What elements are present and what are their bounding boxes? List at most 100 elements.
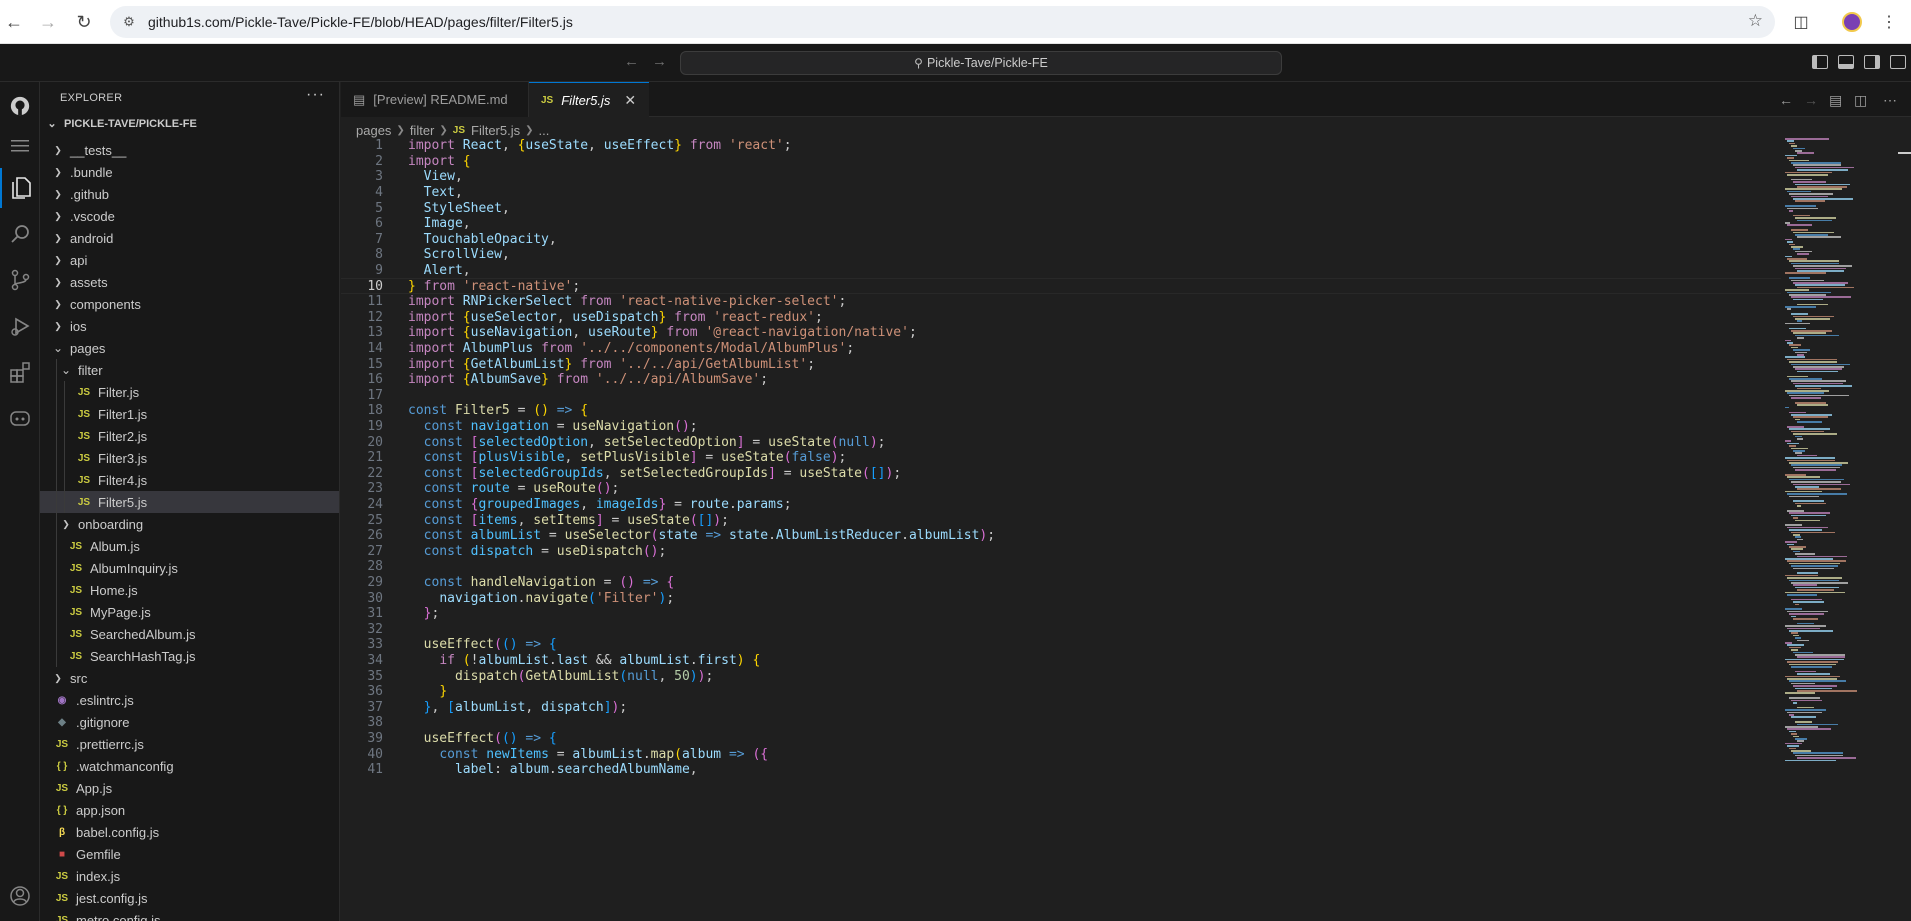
url-text[interactable]: github1s.com/Pickle-Tave/Pickle-FE/blob/…: [148, 14, 573, 30]
code-line[interactable]: 11 import RNPickerSelect from 'react-nati…: [341, 294, 1781, 310]
code-line[interactable]: 37 }, [albumList, dispatch]);: [341, 700, 1781, 716]
github-icon[interactable]: [0, 86, 40, 126]
code-line[interactable]: 24 const {groupedImages, imageIds} = rou…: [341, 497, 1781, 513]
tree-folder[interactable]: ❯ api: [40, 249, 339, 271]
tree-folder[interactable]: ❯ __tests__: [40, 139, 339, 161]
tree-file[interactable]: JS Filter3.js: [40, 447, 339, 469]
tree-file[interactable]: JS App.js: [40, 777, 339, 799]
toggle-panel-icon[interactable]: [1838, 55, 1854, 69]
code-line[interactable]: 18 const Filter5 = () => {: [341, 403, 1781, 419]
tree-folder[interactable]: ⌄ filter: [40, 359, 339, 381]
tree-file[interactable]: JS Filter4.js: [40, 469, 339, 491]
code-line[interactable]: 13 import {useNavigation, useRoute} from …: [341, 325, 1781, 341]
workspace-root[interactable]: ⌄ PICKLE-TAVE/PICKLE-FE: [46, 117, 196, 131]
code-line[interactable]: 4 Text,: [341, 185, 1781, 201]
go-back-icon[interactable]: ←: [624, 53, 639, 70]
address-bar[interactable]: ⚙ github1s.com/Pickle-Tave/Pickle-FE/blo…: [110, 6, 1775, 38]
tree-file[interactable]: ■ Gemfile: [40, 843, 339, 865]
tree-folder[interactable]: ❯ src: [40, 667, 339, 689]
forward-icon[interactable]: →: [36, 10, 60, 34]
tree-file[interactable]: JS Filter5.js: [40, 491, 339, 513]
code-line[interactable]: 7 TouchableOpacity,: [341, 232, 1781, 248]
code-line[interactable]: 9 Alert,: [341, 263, 1781, 279]
account-icon[interactable]: [0, 876, 40, 916]
code-line[interactable]: 17: [341, 388, 1781, 404]
tree-file[interactable]: JS Home.js: [40, 579, 339, 601]
tree-file[interactable]: ◉ .eslintrc.js: [40, 689, 339, 711]
code-line[interactable]: 26 const albumList = useSelector(state =…: [341, 528, 1781, 544]
code-line[interactable]: 30 navigation.navigate('Filter');: [341, 590, 1781, 606]
tree-folder[interactable]: ⌄ pages: [40, 337, 339, 359]
code-line[interactable]: 2 import {: [341, 154, 1781, 170]
more-actions-icon[interactable]: ⋯: [1883, 92, 1897, 109]
code-line[interactable]: 35 dispatch(GetAlbumList(null, 50));: [341, 668, 1781, 684]
code-line[interactable]: 5 StyleSheet,: [341, 200, 1781, 216]
code-line[interactable]: 34 if (!albumList.last && albumList.firs…: [341, 653, 1781, 669]
tree-file[interactable]: β babel.config.js: [40, 821, 339, 843]
tree-folder[interactable]: ❯ .github: [40, 183, 339, 205]
code-line[interactable]: 15 import {GetAlbumList} from '../../api/…: [341, 356, 1781, 372]
tree-file[interactable]: { } .watchmanconfig: [40, 755, 339, 777]
code-line[interactable]: 41 label: album.searchedAlbumName,: [341, 762, 1781, 778]
profile-avatar[interactable]: [1842, 12, 1862, 32]
code-line[interactable]: 19 const navigation = useNavigation();: [341, 419, 1781, 435]
tree-file[interactable]: JS metro.config.js: [40, 909, 339, 921]
code-line[interactable]: 20 const [selectedOption, setSelectedOpt…: [341, 434, 1781, 450]
explorer-icon[interactable]: [0, 168, 40, 208]
tree-file[interactable]: JS MyPage.js: [40, 601, 339, 623]
menu-icon[interactable]: [0, 126, 40, 166]
tree-file[interactable]: ◆ .gitignore: [40, 711, 339, 733]
search-icon[interactable]: [0, 214, 40, 254]
extensions-icon[interactable]: ◫: [1790, 11, 1812, 33]
code-line[interactable]: 25 const [items, setItems] = useState([]…: [341, 512, 1781, 528]
code-line[interactable]: 3 View,: [341, 169, 1781, 185]
tree-file[interactable]: JS Filter1.js: [40, 403, 339, 425]
minimap[interactable]: [1781, 138, 1899, 788]
code-line[interactable]: 29 const handleNavigation = () => {: [341, 575, 1781, 591]
breadcrumb-item[interactable]: Filter5.js: [471, 123, 520, 138]
code-line[interactable]: 14 import AlbumPlus from '../../component…: [341, 341, 1781, 357]
site-info-icon[interactable]: ⚙: [120, 13, 138, 31]
tree-file[interactable]: JS AlbumInquiry.js: [40, 557, 339, 579]
tree-folder[interactable]: ❯ .vscode: [40, 205, 339, 227]
reload-icon[interactable]: ↻: [72, 10, 96, 34]
code-line[interactable]: 27 const dispatch = useDispatch();: [341, 544, 1781, 560]
split-editor-icon[interactable]: ◫: [1854, 92, 1867, 109]
tab-readme-preview[interactable]: ▤ [Preview] README.md: [341, 82, 529, 117]
code-editor[interactable]: 1 import React, {useState, useEffect} fro…: [341, 138, 1781, 921]
code-line[interactable]: 12 import {useSelector, useDispatch} from…: [341, 310, 1781, 326]
tree-file[interactable]: JS Filter2.js: [40, 425, 339, 447]
tree-file[interactable]: JS Filter.js: [40, 381, 339, 403]
tree-folder[interactable]: ❯ ios: [40, 315, 339, 337]
code-line[interactable]: 23 const route = useRoute();: [341, 481, 1781, 497]
tree-file[interactable]: JS SearchHashTag.js: [40, 645, 339, 667]
source-control-icon[interactable]: [0, 260, 40, 300]
code-line[interactable]: 22 const [selectedGroupIds, setSelectedG…: [341, 466, 1781, 482]
browser-menu-icon[interactable]: ⋮: [1878, 11, 1900, 33]
command-center-search[interactable]: ⚲ Pickle-Tave/Pickle-FE: [680, 51, 1282, 75]
code-line[interactable]: 31 };: [341, 606, 1781, 622]
customize-layout-icon[interactable]: [1890, 55, 1906, 69]
code-line[interactable]: 1 import React, {useState, useEffect} fro…: [341, 138, 1781, 154]
bookmark-star-icon[interactable]: ☆: [1748, 11, 1763, 31]
code-line[interactable]: 39 useEffect(() => {: [341, 731, 1781, 747]
code-line[interactable]: 28: [341, 559, 1781, 575]
code-line[interactable]: 21 const [plusVisible, setPlusVisible] =…: [341, 450, 1781, 466]
run-debug-icon[interactable]: [0, 306, 40, 346]
breadcrumb-item[interactable]: ...: [539, 123, 550, 138]
toggle-sidebar-icon[interactable]: [1812, 55, 1828, 69]
code-line[interactable]: 33 useEffect(() => {: [341, 637, 1781, 653]
code-line[interactable]: 40 const newItems = albumList.map(album …: [341, 746, 1781, 762]
code-line[interactable]: 16 import {AlbumSave} from '../../api/Alb…: [341, 372, 1781, 388]
copilot-icon[interactable]: [0, 398, 40, 438]
go-forward-icon[interactable]: →: [1804, 92, 1818, 108]
code-line[interactable]: 10} from 'react-native';: [341, 278, 1781, 294]
code-line[interactable]: 38: [341, 715, 1781, 731]
tree-file[interactable]: JS Album.js: [40, 535, 339, 557]
toggle-secondary-sidebar-icon[interactable]: [1864, 55, 1880, 69]
tree-file[interactable]: JS index.js: [40, 865, 339, 887]
go-back-icon[interactable]: ←: [1779, 92, 1793, 108]
go-forward-icon[interactable]: →: [652, 53, 667, 70]
tree-folder[interactable]: ❯ assets: [40, 271, 339, 293]
breadcrumb-item[interactable]: filter: [410, 123, 435, 138]
